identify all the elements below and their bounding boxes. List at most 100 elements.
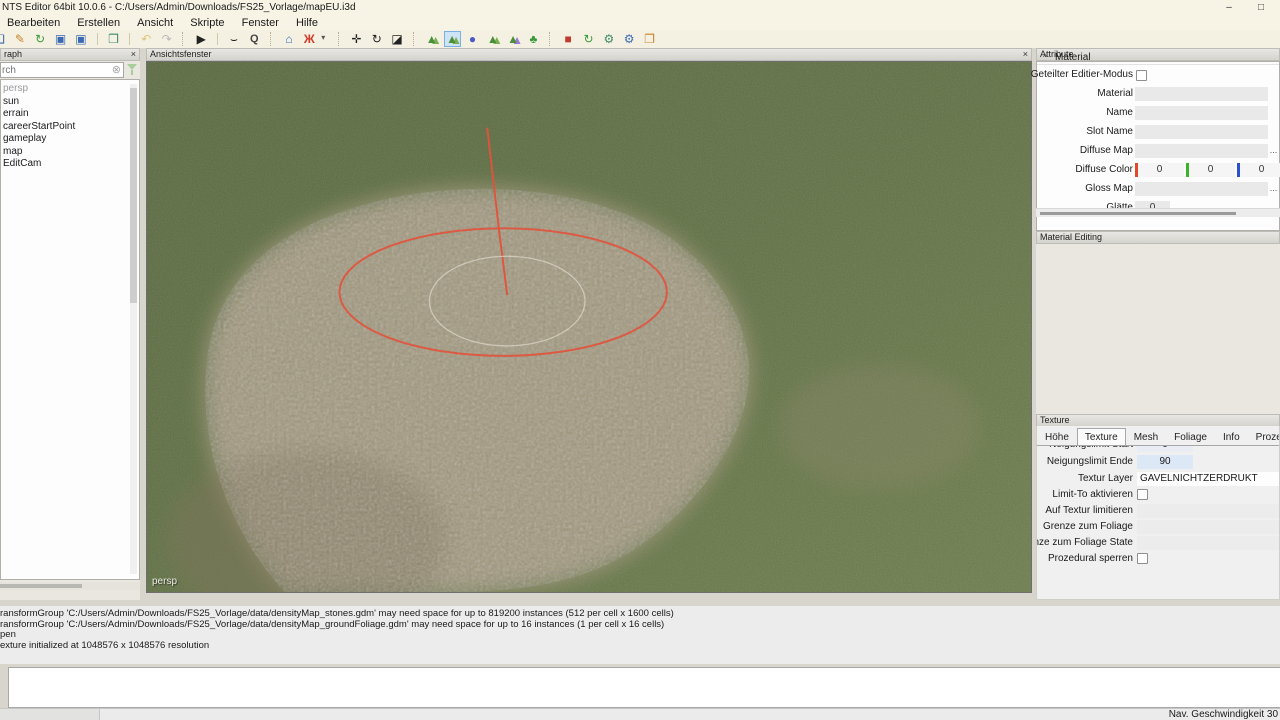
save-icon[interactable]: ▣ [52, 31, 69, 47]
menu-bearbeiten[interactable]: Bearbeiten [0, 16, 67, 30]
settings-gear-icon[interactable]: ⚙ [600, 31, 617, 47]
terrain-info-paint-icon[interactable]: ▲ [505, 31, 522, 47]
tree-vertical-scrollbar[interactable] [130, 84, 137, 574]
refresh-scripts-icon[interactable]: ↻ [580, 31, 597, 47]
diffuse-map-browse-button[interactable]: ... [1268, 144, 1279, 158]
tree-horizontal-scrollbar[interactable] [0, 582, 140, 590]
physics-toggle-icon[interactable]: Ж [301, 31, 318, 47]
tab-mesh[interactable]: Mesh [1126, 428, 1166, 446]
statusbar: Nav. Geschwindigkeit 30 [0, 708, 1280, 720]
terrain-sculpt-icon[interactable]: ▲ [423, 31, 440, 47]
play-icon[interactable]: ▶ [193, 31, 210, 47]
material-horizontal-scrollbar-thumb[interactable] [1040, 212, 1236, 215]
diffuse-red-field[interactable]: 0 [1135, 163, 1184, 177]
new-file-icon[interactable]: ❏ [0, 31, 8, 47]
terrain-foliage-paint-icon[interactable]: ● [464, 31, 481, 47]
limit-to-row: Limit-To aktivieren [1037, 487, 1279, 503]
move-tool-icon[interactable]: ✛ [348, 31, 365, 47]
shader-cube-icon[interactable]: ■ [560, 31, 577, 47]
diffuse-blue-field[interactable]: 0 [1237, 163, 1280, 177]
limit-texture-field[interactable] [1137, 504, 1279, 518]
menu-ansicht[interactable]: Ansicht [130, 16, 180, 30]
diffuse-color-label: Diffuse Color [1075, 164, 1133, 175]
tab-foliage[interactable]: Foliage [1166, 428, 1215, 446]
maximize-button[interactable]: □ [1250, 0, 1272, 15]
slope-end-row: Neigungslimit Ende 90 [1037, 454, 1279, 470]
name-field[interactable] [1135, 106, 1268, 120]
reload-icon[interactable]: ↻ [32, 31, 49, 47]
statusbar-left-segment [0, 709, 100, 720]
material-field[interactable] [1135, 87, 1268, 101]
tools-gear-icon[interactable]: ⚙ [621, 31, 638, 47]
tree-item-gameplay[interactable]: gameplay [1, 133, 139, 146]
script-console-input[interactable] [8, 667, 1280, 708]
slope-start-field[interactable]: 0 [1137, 446, 1193, 452]
tab-texture[interactable]: Texture [1076, 428, 1126, 446]
tree-item-map[interactable]: map [1, 146, 139, 159]
scenegraph-searchbox[interactable]: ⊗ [0, 62, 124, 78]
collapse-caret-icon[interactable]: ^ [1043, 50, 1055, 65]
menu-hilfe[interactable]: Hilfe [289, 16, 325, 30]
save-as-icon[interactable]: ▣ [72, 31, 89, 47]
slope-start-label: Neigungslimit Start [1049, 446, 1133, 450]
redo-icon[interactable]: ↷ [158, 31, 175, 47]
diffuse-green-field[interactable]: 0 [1186, 163, 1235, 177]
paste-special-icon[interactable]: ❐ [641, 31, 658, 47]
tab-info[interactable]: Info [1215, 428, 1248, 446]
undo-icon[interactable]: ↶ [138, 31, 155, 47]
log-line: exture initialized at 1048576 x 1048576 … [0, 639, 210, 651]
limit-to-checkbox[interactable] [1137, 489, 1148, 500]
scenegraph-header: raph × [0, 48, 140, 61]
terrain-paint-icon[interactable]: ▲ [443, 31, 461, 47]
tree-item-sun[interactable]: sun [1, 96, 139, 109]
material-label: Material [1097, 88, 1133, 99]
texture-layer-label: Textur Layer [1077, 473, 1133, 484]
import-asset-icon[interactable]: ❒ [105, 31, 122, 47]
tab-prozedurale-platzierung[interactable]: Prozedurale Platzierung [1248, 428, 1279, 446]
frame-selected-icon[interactable]: ⌂ [281, 31, 298, 47]
tree-vertical-scrollbar-thumb[interactable] [130, 88, 137, 303]
menu-fenster[interactable]: Fenster [235, 16, 286, 30]
scenegraph-close-icon[interactable]: × [131, 49, 136, 60]
procedural-lock-checkbox[interactable] [1137, 553, 1148, 564]
foliage-state-field[interactable] [1137, 536, 1279, 550]
physics-dropdown-icon[interactable]: ▾ [321, 30, 330, 46]
tree-item-terrain[interactable]: errain [1, 108, 139, 121]
material-horizontal-scrollbar[interactable] [1036, 208, 1280, 217]
viewport-close-icon[interactable]: × [1023, 49, 1028, 60]
shared-edit-checkbox[interactable] [1136, 70, 1147, 81]
menu-skripte[interactable]: Skripte [183, 16, 231, 30]
terrain-detail-paint-icon[interactable]: ▲ [484, 31, 501, 47]
gloss-map-browse-button[interactable]: ... [1268, 182, 1279, 196]
gloss-map-field[interactable] [1135, 182, 1268, 196]
clear-search-icon[interactable]: ⊗ [112, 64, 121, 77]
tree-item-editcam[interactable]: EditCam [1, 158, 139, 171]
filter-funnel-icon[interactable] [127, 64, 139, 76]
foliage-border-label: Grenze zum Foliage [1042, 521, 1133, 532]
zoom-icon[interactable]: Q [246, 31, 263, 47]
search-input[interactable] [2, 64, 106, 76]
edit-file-icon[interactable]: ✎ [11, 31, 28, 47]
tree-placement-icon[interactable]: ♣ [525, 31, 542, 47]
viewport-3d-canvas[interactable]: persp [146, 61, 1032, 593]
tree-item-careerstartpoint[interactable]: careerStartPoint [1, 121, 139, 134]
procedural-lock-row: Prozedural sperren [1037, 551, 1279, 567]
curve-editor-icon[interactable]: ⌣ [225, 31, 242, 47]
blue-channel-bar [1237, 163, 1240, 177]
texture-layer-field[interactable]: GAVELNICHTZERDRUKT [1137, 472, 1279, 486]
tree-horizontal-scrollbar-thumb[interactable] [0, 584, 82, 588]
tree-item-persp[interactable]: persp [1, 83, 139, 96]
scale-tool-icon[interactable]: ◪ [389, 31, 406, 47]
texture-tabs: HöheTextureMeshFoliageInfoProzedurale Pl… [1036, 426, 1280, 446]
slope-end-field[interactable]: 90 [1137, 455, 1193, 469]
minimize-button[interactable]: – [1218, 0, 1240, 15]
terrain-render [147, 62, 1031, 592]
tab-hoehe[interactable]: Höhe [1037, 428, 1077, 446]
material-section-row[interactable]: ^ Material [1037, 50, 1279, 65]
menu-erstellen[interactable]: Erstellen [70, 16, 127, 30]
rotate-tool-icon[interactable]: ↻ [368, 31, 385, 47]
foliage-border-field[interactable] [1137, 520, 1279, 534]
material-editing-header: Material Editing [1036, 231, 1280, 244]
slot-name-field[interactable] [1135, 125, 1268, 139]
diffuse-map-field[interactable] [1135, 144, 1268, 158]
